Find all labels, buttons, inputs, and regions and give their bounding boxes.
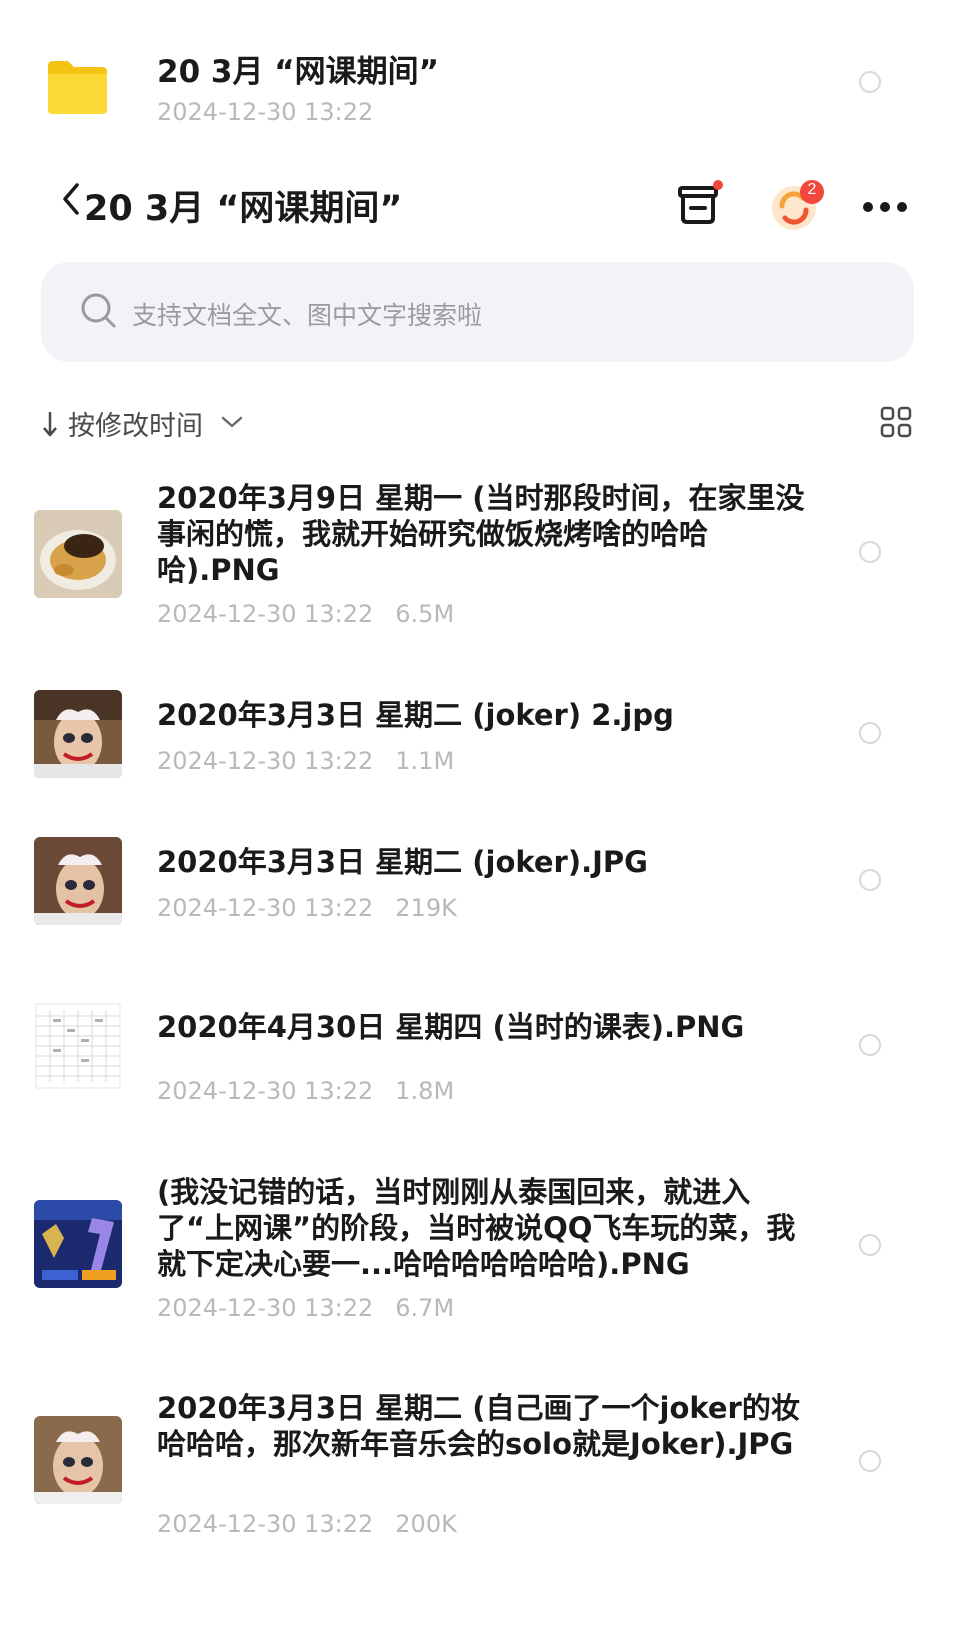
file-size: 219K	[395, 894, 457, 922]
select-radio[interactable]	[859, 722, 881, 744]
folder-icon	[44, 58, 110, 116]
file-name[interactable]: (我没记错的话，当时刚刚从泰国回来，就进入了“上网课”的阶段，当时被说QQ飞车玩…	[157, 1174, 817, 1282]
joker-face-thumbnail[interactable]	[34, 1416, 122, 1504]
file-date: 2024-12-30 13:22	[157, 1510, 374, 1538]
folder-date: 2024-12-30 13:22	[157, 98, 374, 126]
select-radio[interactable]	[859, 1450, 881, 1472]
sort-arrow-icon[interactable]	[42, 410, 58, 438]
sync-badge-count: 2	[807, 181, 817, 198]
file-name[interactable]: 2020年4月30日 星期四 (当时的课表).PNG	[157, 1009, 817, 1045]
select-radio[interactable]	[859, 71, 881, 93]
file-size: 1.8M	[395, 1077, 455, 1105]
file-date: 2024-12-30 13:22	[157, 600, 374, 628]
sync-icon[interactable]: 2	[770, 178, 826, 234]
file-date: 2024-12-30 13:22	[157, 894, 374, 922]
select-radio[interactable]	[859, 869, 881, 891]
file-name[interactable]: 2020年3月3日 星期二 (joker).JPG	[157, 844, 817, 880]
food-thumbnail[interactable]	[34, 510, 122, 598]
file-name[interactable]: 2020年3月3日 星期二 (自己画了一个joker的妆哈哈哈，那次新年音乐会的…	[157, 1390, 817, 1462]
sort-label[interactable]: 按修改时间	[68, 404, 203, 443]
file-meta: 2024-12-30 13:22 219K	[157, 894, 457, 922]
file-size: 6.7M	[395, 1294, 455, 1322]
more-icon[interactable]	[862, 198, 908, 212]
search-input[interactable]: 支持文档全文、图中文字搜索啦	[132, 296, 482, 332]
file-meta: 2024-12-30 13:22 200K	[157, 1510, 457, 1538]
file-size: 1.1M	[395, 747, 455, 775]
game-thumbnail[interactable]	[34, 1200, 122, 1288]
select-radio[interactable]	[859, 541, 881, 563]
folder-title[interactable]: 20 3月 “网课期间”	[157, 46, 439, 91]
transfer-box-icon[interactable]	[677, 180, 723, 226]
file-date: 2024-12-30 13:22	[157, 1294, 374, 1322]
timetable-thumbnail[interactable]	[34, 1002, 122, 1090]
file-size: 200K	[395, 1510, 457, 1538]
back-icon[interactable]	[60, 182, 82, 216]
file-size: 6.5M	[395, 600, 455, 628]
file-name[interactable]: 2020年3月9日 星期一 (当时那段时间，在家里没事闲的慌，我就开始研究做饭烧…	[157, 480, 817, 588]
file-date: 2024-12-30 13:22	[157, 1077, 374, 1105]
file-meta: 2024-12-30 13:22 1.8M	[157, 1077, 454, 1105]
file-name[interactable]: 2020年3月3日 星期二 (joker) 2.jpg	[157, 697, 817, 733]
file-meta: 2024-12-30 13:22 1.1M	[157, 747, 454, 775]
grid-view-icon[interactable]	[880, 406, 912, 438]
file-meta: 2024-12-30 13:22 6.7M	[157, 1294, 454, 1322]
search-icon	[80, 292, 118, 330]
select-radio[interactable]	[859, 1034, 881, 1056]
file-meta: 2024-12-30 13:22 6.5M	[157, 600, 454, 628]
file-date: 2024-12-30 13:22	[157, 747, 374, 775]
select-radio[interactable]	[859, 1234, 881, 1256]
chevron-down-icon[interactable]	[220, 414, 244, 430]
joker-face-thumbnail[interactable]	[34, 690, 122, 778]
joker-face-thumbnail[interactable]	[34, 837, 122, 925]
page-title: 20 3月 “网课期间”	[84, 189, 403, 229]
